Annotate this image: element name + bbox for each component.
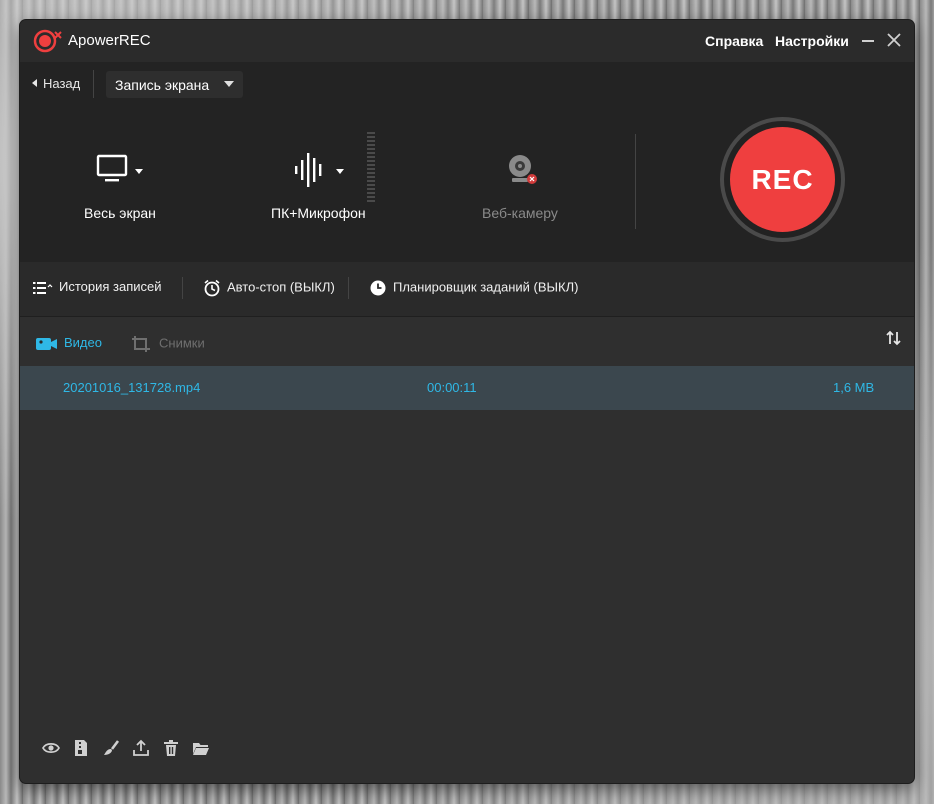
audio-level-meter [367, 132, 375, 204]
minimize-icon[interactable] [862, 40, 874, 42]
help-menu[interactable]: Справка [705, 33, 763, 49]
tab-screenshots[interactable]: Снимки [131, 335, 205, 353]
history-label: История записей [59, 279, 162, 294]
scheduler-label: Планировщик заданий (ВЫКЛ) [393, 279, 579, 295]
upload-icon[interactable] [132, 739, 150, 757]
back-button[interactable]: Назад [32, 76, 80, 91]
clock-icon [370, 280, 386, 296]
chevron-down-icon [224, 81, 234, 87]
source-webcam[interactable]: Веб-камеру [475, 150, 575, 230]
divider [182, 277, 183, 299]
record-mode-value: Запись экрана [115, 77, 210, 93]
file-row[interactable]: 20201016_131728.mp4 00:00:11 1,6 MB [20, 366, 914, 410]
apowerrec-logo-icon [33, 29, 62, 53]
record-mode-select[interactable]: Запись экрана [106, 71, 243, 98]
crop-icon [132, 336, 150, 352]
back-label: Назад [43, 76, 81, 91]
alarm-clock-icon [204, 279, 220, 297]
scheduler-button[interactable]: Планировщик заданий (ВЫКЛ) [369, 279, 579, 297]
file-duration: 00:00:11 [427, 380, 477, 395]
source-webcam-label: Веб-камеру [482, 205, 558, 221]
divider [348, 277, 349, 299]
source-fullscreen[interactable]: Весь экран [75, 150, 185, 230]
divider [93, 70, 94, 98]
titlebar: ApowerREC Справка Настройки [20, 20, 914, 62]
app-title: ApowerREC [68, 32, 151, 49]
app-window: ApowerREC Справка Настройки Назад Запись… [20, 20, 914, 783]
media-tabs: Видео Снимки [20, 317, 914, 367]
tools-bar: История записей Авто-стоп (ВЫКЛ) Планиро… [20, 262, 914, 317]
tab-video[interactable]: Видео [36, 335, 102, 352]
webcam-icon [509, 155, 537, 184]
file-size: 1,6 MB [833, 380, 875, 395]
chevron-down-icon [336, 169, 344, 174]
list-icon [33, 281, 53, 294]
autostop-button[interactable]: Авто-стоп (ВЫКЛ) [203, 279, 335, 297]
source-fullscreen-label: Весь экран [84, 205, 156, 221]
chevron-down-icon [135, 169, 143, 174]
file-name: 20201016_131728.mp4 [63, 380, 201, 395]
tab-video-label: Видео [64, 335, 102, 350]
folder-icon[interactable] [192, 739, 210, 757]
back-arrow-icon [32, 79, 37, 87]
recording-panel: Назад Запись экрана Весь экран ПК+Микроф… [20, 62, 914, 263]
sort-icon[interactable] [886, 330, 902, 346]
close-icon[interactable] [886, 32, 902, 48]
history-button[interactable]: История записей [33, 279, 162, 295]
sound-wave-icon [295, 153, 322, 187]
source-audio-label: ПК+Микрофон [271, 205, 366, 221]
compress-icon[interactable] [72, 739, 90, 757]
autostop-label: Авто-стоп (ВЫКЛ) [227, 279, 335, 295]
tab-screenshots-label: Снимки [159, 335, 205, 351]
rec-button[interactable]: REC [730, 127, 835, 232]
eye-icon[interactable] [42, 739, 60, 757]
monitor-icon [96, 154, 128, 182]
trash-icon[interactable] [162, 739, 180, 757]
divider [635, 134, 636, 229]
edit-icon[interactable] [102, 739, 120, 757]
settings-menu[interactable]: Настройки [775, 33, 849, 49]
video-camera-icon [36, 337, 57, 350]
